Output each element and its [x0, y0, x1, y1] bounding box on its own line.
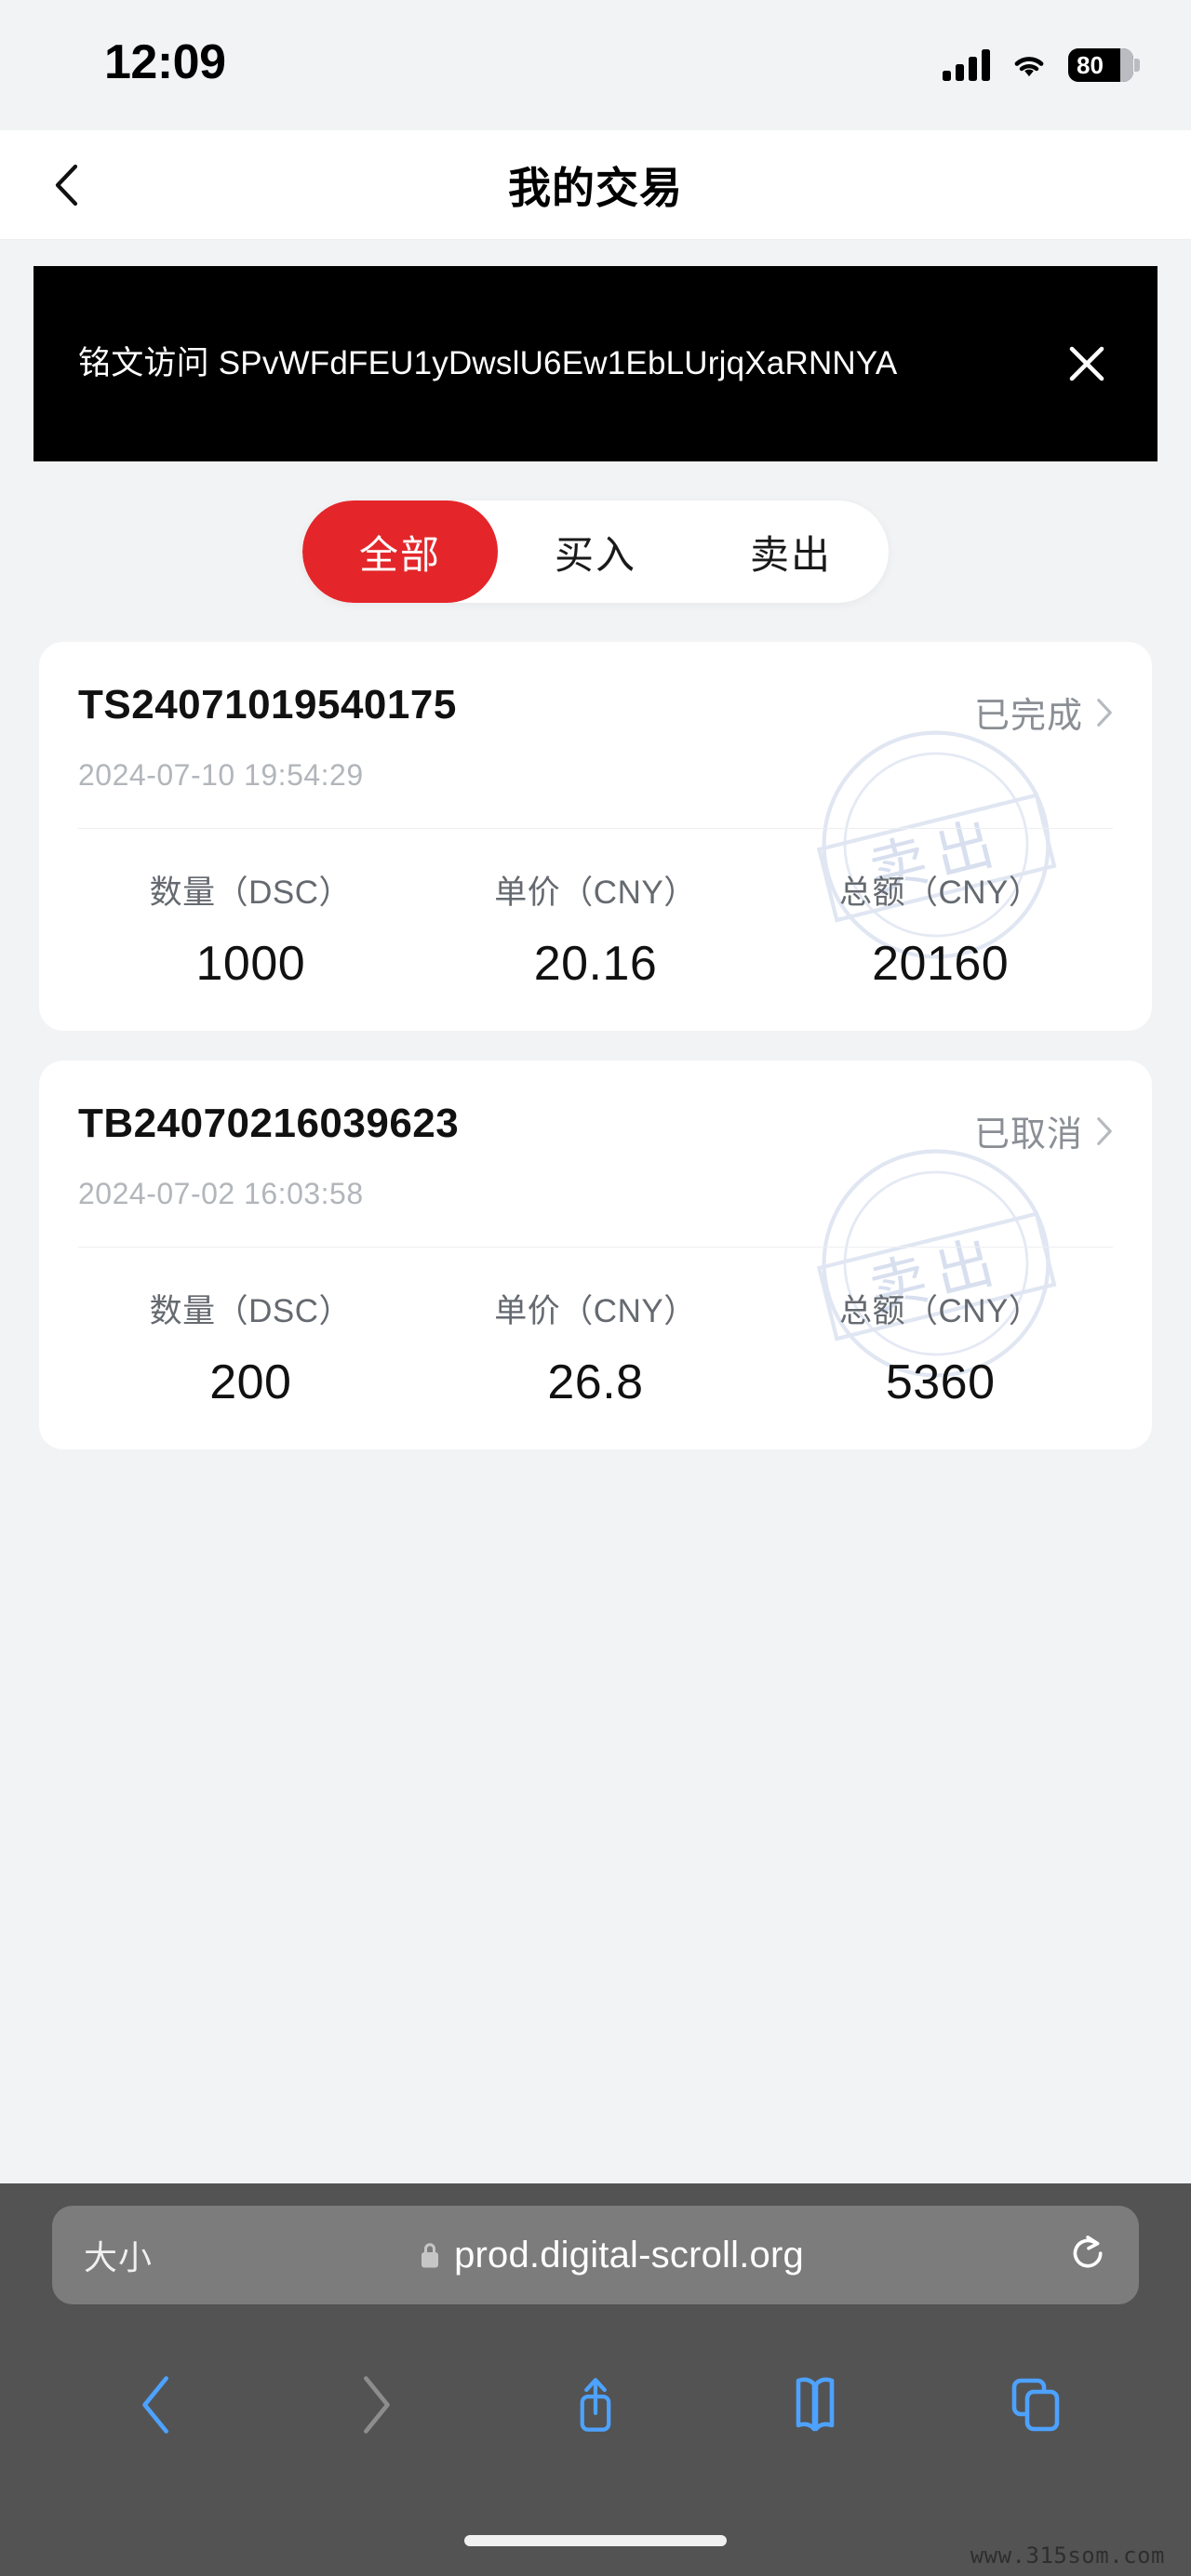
card-divider [78, 828, 1113, 829]
transaction-order-id: TS24071019540175 [78, 682, 457, 727]
filter-tabs: 全部 买入 卖出 [302, 501, 889, 603]
stat-label: 单价（CNY） [494, 874, 697, 911]
transaction-card-header: TB24070216039623 已取消 [78, 1101, 1113, 1156]
status-bar-indicators: 80 [943, 48, 1140, 82]
stat-value: 26.8 [547, 1355, 644, 1409]
stat-total: 总额（CNY） 20160 [768, 866, 1113, 992]
app-header: 我的交易 [0, 130, 1191, 240]
transaction-order-id: TB24070216039623 [78, 1101, 460, 1146]
site-watermark: www.315som.com [970, 2543, 1165, 2569]
status-badge: 已完成 [973, 697, 1083, 736]
transaction-stats: 数量（DSC） 200 单价（CNY） 26.8 总额（CNY） 5360 [78, 1285, 1113, 1410]
transaction-card-header: TS24071019540175 已完成 [78, 682, 1113, 738]
browser-forward-button[interactable] [325, 2354, 427, 2456]
transaction-list: 卖出 TS24071019540175 已完成 2024-07-10 19:54… [0, 631, 1191, 1449]
stat-value: 1000 [195, 937, 306, 991]
back-icon [142, 2376, 168, 2434]
bookmarks-icon [796, 2377, 835, 2432]
transaction-stats: 数量（DSC） 1000 单价（CNY） 20.16 总额（CNY） 20160 [78, 866, 1113, 992]
transaction-card[interactable]: 卖出 TS24071019540175 已完成 2024-07-10 19:54… [39, 642, 1152, 1031]
tab-sell[interactable]: 卖出 [693, 501, 889, 603]
stat-value: 200 [209, 1355, 292, 1409]
browser-share-button[interactable] [544, 2354, 647, 2456]
browser-back-button[interactable] [105, 2354, 207, 2456]
page-title: 我的交易 [508, 163, 683, 212]
stat-total: 总额（CNY） 5360 [768, 1285, 1113, 1410]
notice-banner: 铭文访问 SPvWFdFEU1yDwslU6Ew1EbLUrjqXaRNNYA [33, 266, 1158, 461]
browser-tabs-button[interactable] [984, 2354, 1086, 2456]
chevron-right-icon [1097, 1116, 1112, 1145]
header-back-button[interactable] [24, 143, 108, 227]
card-divider [78, 1247, 1113, 1248]
close-x-icon [1069, 346, 1104, 381]
url-display[interactable]: prod.digital-scroll.org [153, 2235, 1070, 2276]
stat-label: 总额（CNY） [838, 1293, 1042, 1329]
tabs-icon [1011, 2378, 1060, 2432]
stat-quantity: 数量（DSC） 200 [78, 1285, 423, 1410]
transaction-status-group[interactable]: 已取消 [974, 1101, 1113, 1156]
browser-chrome: 大小 prod.digital-scroll.org www.315som.co… [0, 2183, 1191, 2576]
url-text: prod.digital-scroll.org [454, 2234, 804, 2276]
page-content: 铭文访问 SPvWFdFEU1yDwslU6Ew1EbLUrjqXaRNNYA … [0, 240, 1191, 2183]
text-size-button[interactable]: 大小 [84, 2231, 153, 2279]
chevron-right-icon [1097, 698, 1112, 727]
notice-banner-text: 铭文访问 SPvWFdFEU1yDwslU6Ew1EbLUrjqXaRNNYA [78, 344, 898, 381]
home-indicator[interactable] [464, 2535, 727, 2546]
cellular-bars-icon [943, 49, 990, 81]
battery-percent: 80 [1077, 51, 1104, 79]
home-indicator-row: www.315som.com [0, 2505, 1191, 2576]
forward-icon [364, 2376, 390, 2434]
reload-icon[interactable] [1070, 2235, 1107, 2276]
stat-unit-price: 单价（CNY） 20.16 [423, 866, 769, 992]
tab-buy[interactable]: 买入 [498, 501, 693, 603]
wifi-icon [1014, 57, 1044, 77]
status-badge: 已取消 [973, 1115, 1083, 1155]
tab-all[interactable]: 全部 [302, 501, 498, 603]
stat-quantity: 数量（DSC） 1000 [78, 866, 423, 992]
chevron-left-icon [55, 164, 78, 206]
status-bar-time: 12:09 [104, 35, 226, 89]
filter-tabs-container: 全部 买入 卖出 [0, 461, 1191, 631]
status-bar: 12:09 80 [0, 0, 1191, 130]
stat-unit-price: 单价（CNY） 26.8 [423, 1285, 769, 1410]
phone-screen: 12:09 80 我的交易 铭文访问 SPvWFdFEU1yDwslU6Ew1E… [0, 0, 1191, 2576]
browser-toolbar [0, 2304, 1191, 2505]
address-bar[interactable]: 大小 prod.digital-scroll.org [52, 2206, 1139, 2304]
transaction-datetime: 2024-07-10 19:54:29 [78, 758, 364, 792]
battery-icon: 80 [1068, 48, 1140, 82]
transaction-datetime: 2024-07-02 16:03:58 [78, 1177, 364, 1210]
stat-value: 20.16 [533, 937, 658, 991]
stat-label: 数量（DSC） [149, 874, 353, 911]
transaction-card[interactable]: 卖出 TB24070216039623 已取消 2024-07-02 16:03… [39, 1061, 1152, 1449]
stat-label: 总额（CNY） [838, 874, 1042, 911]
lock-icon [422, 2243, 439, 2268]
url-bar-row: 大小 prod.digital-scroll.org [0, 2183, 1191, 2304]
stat-value: 5360 [885, 1355, 996, 1409]
transaction-status-group[interactable]: 已完成 [974, 683, 1113, 738]
notice-banner-close-button[interactable] [1042, 319, 1131, 408]
stat-label: 数量（DSC） [149, 1293, 353, 1329]
browser-bookmarks-button[interactable] [764, 2354, 866, 2456]
stat-value: 20160 [872, 937, 1010, 991]
share-icon [580, 2378, 611, 2432]
stat-label: 单价（CNY） [494, 1293, 697, 1329]
